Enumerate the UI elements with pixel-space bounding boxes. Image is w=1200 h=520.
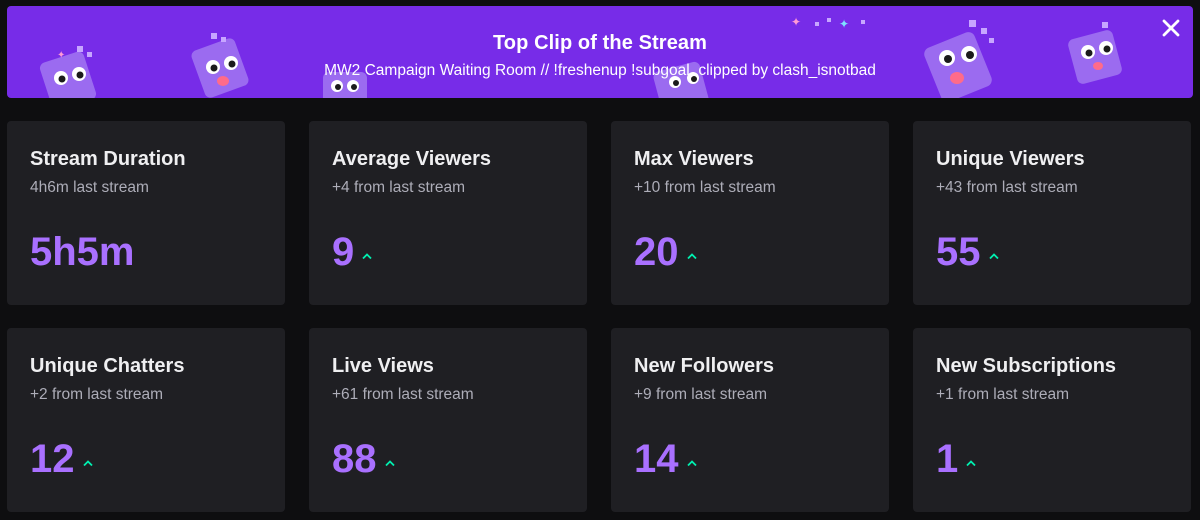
stat-title: Unique Viewers — [936, 148, 1085, 170]
stat-value: 12 — [30, 437, 75, 481]
mascot-right-icon — [924, 20, 994, 98]
trend-up-icon — [686, 460, 697, 467]
stat-comparison: +4 from last stream — [332, 179, 466, 196]
stat-comparison: +43 from last stream — [936, 179, 1078, 196]
stat-title: New Followers — [634, 355, 775, 377]
stat-title: New Subscriptions — [936, 355, 1117, 377]
stream-summary-page: ✦ ✦ ✦ Top Clip of the Stream MW2 Campaig… — [0, 0, 1200, 520]
trend-up-icon — [686, 253, 697, 260]
stat-card-stream-duration: Stream Duration 4h6m last stream 5h5m — [7, 121, 285, 305]
svg-text:✦: ✦ — [839, 17, 849, 31]
trend-up-icon — [384, 460, 395, 467]
trend-up-icon — [966, 460, 976, 467]
top-clip-banner[interactable]: ✦ ✦ ✦ Top Clip of the Stream MW2 Campaig… — [7, 6, 1193, 98]
banner-title: Top Clip of the Stream — [492, 32, 708, 54]
stat-comparison: +1 from last stream — [936, 386, 1070, 403]
stat-card-average-viewers: Average Viewers +4 from last stream 9 — [309, 121, 587, 305]
svg-text:✦: ✦ — [791, 15, 801, 29]
sparkle-icon: ✦ ✦ — [791, 15, 865, 31]
stat-comparison: +2 from last stream — [30, 386, 164, 403]
stat-title: Live Views — [332, 355, 434, 377]
stat-card-new-followers: New Followers +9 from last stream 14 — [611, 328, 889, 512]
stat-card-new-subscriptions: New Subscriptions +1 from last stream 1 — [913, 328, 1191, 512]
stat-title: Average Viewers — [332, 148, 491, 170]
stat-card-live-views: Live Views +61 from last stream 88 — [309, 328, 587, 512]
stat-title: Unique Chatters — [30, 355, 185, 377]
stat-card-unique-chatters: Unique Chatters +2 from last stream 12 — [7, 328, 285, 512]
stat-value: 14 — [634, 437, 679, 481]
stat-value: 5h5m — [30, 230, 135, 274]
banner-clip-description[interactable]: MW2 Campaign Waiting Room // !freshenup … — [7, 62, 1193, 80]
trend-up-icon — [362, 253, 372, 260]
stat-comparison: 4h6m last stream — [30, 179, 149, 196]
stat-comparison: +9 from last stream — [634, 386, 768, 403]
trend-up-icon — [82, 460, 93, 467]
stat-title: Stream Duration — [30, 148, 186, 170]
close-icon[interactable] — [1159, 16, 1183, 40]
trend-up-icon — [988, 253, 999, 260]
stat-value: 9 — [332, 230, 355, 274]
stat-value: 55 — [936, 230, 981, 274]
stat-card-max-viewers: Max Viewers +10 from last stream 20 — [611, 121, 889, 305]
stat-value: 88 — [332, 437, 377, 481]
stat-comparison: +10 from last stream — [634, 179, 776, 196]
stat-value: 1 — [936, 437, 959, 481]
stat-value: 20 — [634, 230, 679, 274]
stat-comparison: +61 from last stream — [332, 386, 474, 403]
stat-card-unique-viewers: Unique Viewers +43 from last stream 55 — [913, 121, 1191, 305]
stat-title: Max Viewers — [634, 148, 754, 170]
